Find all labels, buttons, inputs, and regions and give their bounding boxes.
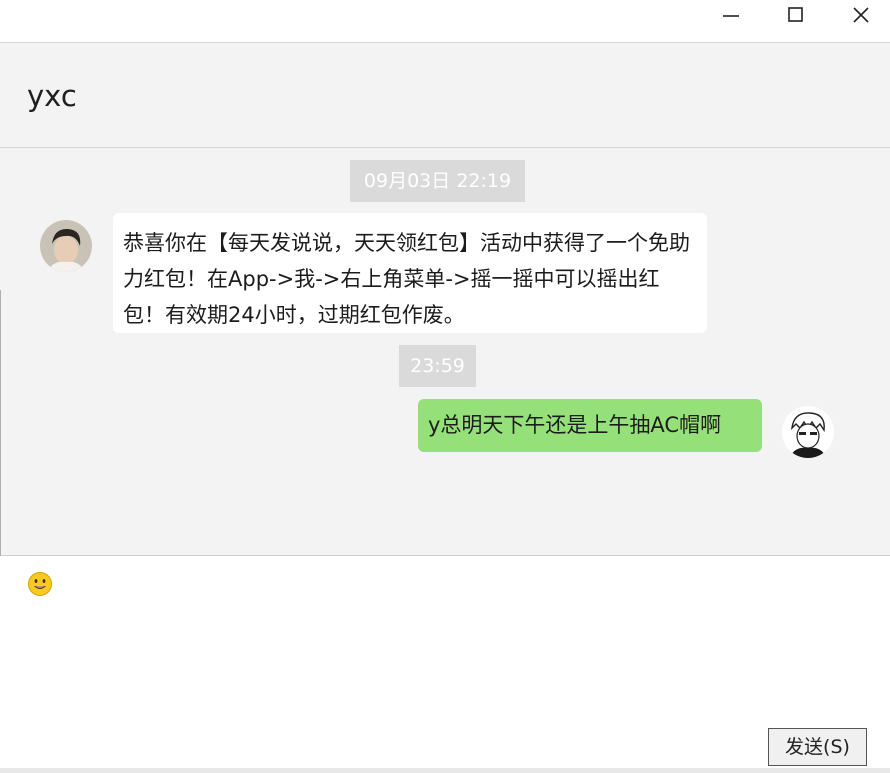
contact-avatar[interactable]: [40, 220, 92, 272]
window-title-bar: [0, 0, 890, 43]
close-button[interactable]: [839, 0, 883, 32]
message-list[interactable]: 09月03日 22:19 恭喜你在【每天发说说，天天领红包】活动中获得了一个免助…: [0, 148, 890, 556]
incoming-message-bubble[interactable]: 恭喜你在【每天发说说，天天领红包】活动中获得了一个免助力红包！在App->我->…: [113, 213, 707, 333]
minimize-button[interactable]: [709, 0, 753, 32]
contact-name: yxc: [27, 79, 77, 113]
close-icon: [853, 7, 869, 23]
message-input[interactable]: [20, 606, 874, 760]
window-bottom-border: [0, 768, 890, 773]
maximize-icon: [788, 7, 803, 22]
message-timestamp: 23:59: [399, 345, 476, 387]
outgoing-message-bubble[interactable]: y总明天下午还是上午抽AC帽啊: [418, 399, 762, 452]
message-composer: 发送(S): [0, 556, 890, 773]
maximize-button[interactable]: [774, 0, 818, 32]
send-button[interactable]: 发送(S): [768, 728, 867, 766]
chat-header: yxc: [0, 43, 890, 148]
smiley-emoji-icon[interactable]: [27, 571, 53, 597]
message-timestamp: 09月03日 22:19: [350, 160, 525, 202]
user-avatar[interactable]: [782, 406, 834, 458]
minimize-icon: [723, 15, 739, 17]
